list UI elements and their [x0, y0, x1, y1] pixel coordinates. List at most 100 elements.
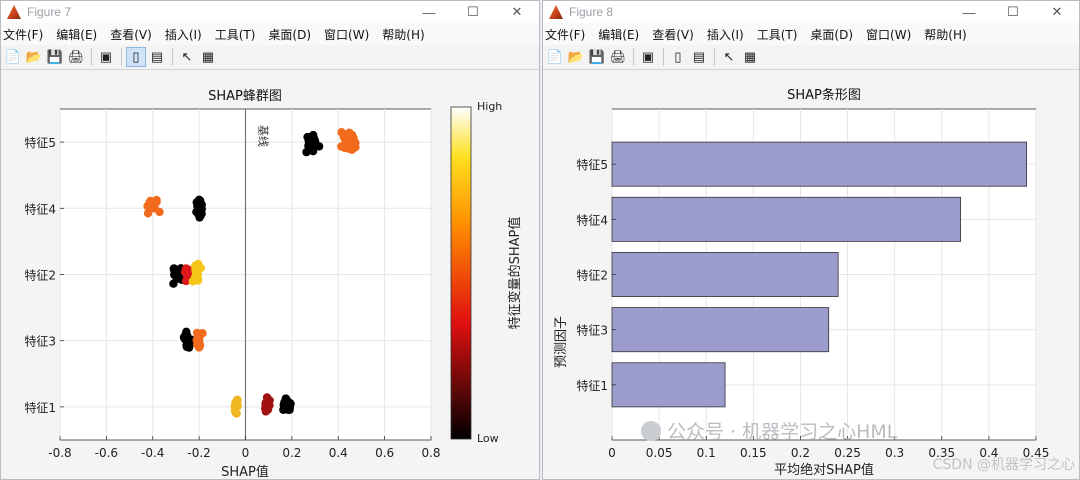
menu-edit[interactable]: 编辑(E) [598, 26, 639, 43]
wechat-watermark-text: 公众号 · 机器学习之心HML [667, 421, 898, 443]
matlab-icon [7, 5, 21, 19]
beeswarm-point [233, 400, 242, 410]
plot-browser-icon[interactable]: ▦ [740, 47, 760, 67]
csdn-watermark: CSDN @机器学习之心 [933, 457, 1075, 473]
figure8-window: Figure 8 — ☐ ✕ 文件(F) 编辑(E) 查看(V) 插入(I) 工… [542, 0, 1080, 480]
x-tick-label: 0.6 [375, 446, 394, 460]
beeswarm-point [192, 328, 202, 338]
bar [611, 141, 1027, 187]
figure7-window: Figure 7 — ☐ ✕ 文件(F) 编辑(E) 查看(V) 插入(I) 工… [0, 0, 540, 480]
menu-insert[interactable]: 插入(I) [165, 26, 202, 43]
menu-file[interactable]: 文件(F) [545, 26, 585, 43]
wechat-icon [641, 421, 661, 441]
y-tick-label: 特征2 [24, 268, 56, 283]
x-tick-label: 0.8 [421, 446, 440, 460]
bar-xlabel: 平均绝对SHAP值 [774, 462, 874, 478]
close-button[interactable]: ✕ [1035, 1, 1079, 23]
new-file-icon[interactable]: 📄 [3, 47, 23, 67]
minimize-button[interactable]: — [947, 1, 991, 23]
beeswarm-point [155, 207, 164, 217]
print-icon[interactable]: 🖨 [608, 47, 628, 67]
y-tick-label: 特征3 [576, 323, 608, 338]
colorbar-high-label: High [477, 100, 502, 113]
print-figure-icon[interactable]: ▣ [638, 47, 658, 67]
figure7-title: Figure 7 [27, 5, 72, 19]
bar-chart: 0 0.05 0.1 0.15 0.2 0.25 0.3 0.35 0.4 0.45 特征5特征4… [543, 70, 1079, 479]
dock-icon[interactable]: ▯ [126, 47, 146, 67]
pointer-icon[interactable]: ↖ [177, 47, 197, 67]
beeswarm-point [183, 268, 192, 278]
menu-tools[interactable]: 工具(T) [215, 26, 256, 43]
open-folder-icon[interactable]: 📂 [24, 47, 44, 67]
beeswarm-point [345, 144, 354, 153]
beeswarm-point [279, 400, 288, 409]
minimize-button[interactable]: — [407, 1, 451, 23]
toolbar-separator [714, 48, 715, 66]
matlab-icon [549, 5, 563, 19]
y-tick-label: 特征5 [24, 135, 56, 150]
beeswarm-point [305, 142, 314, 151]
bar [611, 196, 962, 242]
pointer-icon[interactable]: ↖ [719, 47, 739, 67]
menu-insert[interactable]: 插入(I) [707, 26, 744, 43]
menu-help[interactable]: 帮助(H) [382, 26, 424, 43]
beeswarm-point [195, 213, 204, 222]
menu-window[interactable]: 窗口(W) [866, 26, 911, 43]
y-tick-label: 特征1 [24, 400, 56, 415]
bar [611, 252, 839, 297]
x-tick-label: -0.2 [187, 446, 210, 460]
beeswarm-chart: 基线 -0.8 -0.6 -0.4 -0.2 0 0.2 0.4 0.6 0.8 特征1 特征3 特… [1, 70, 539, 480]
colorbar-label: 特征变量的SHAP值 [507, 217, 523, 330]
x-tick-label: 0.2 [791, 446, 810, 460]
figure7-menubar: 文件(F) 编辑(E) 查看(V) 插入(I) 工具(T) 桌面(D) 窗口(W… [1, 23, 539, 45]
menu-help[interactable]: 帮助(H) [924, 26, 966, 43]
beeswarm-title: SHAP蜂群图 [208, 89, 282, 104]
menu-window[interactable]: 窗口(W) [324, 26, 369, 43]
beeswarm-point [182, 327, 191, 337]
x-tick-label: 0.1 [697, 446, 716, 460]
x-tick-label: 0.4 [329, 446, 348, 460]
toolbar-separator [633, 48, 634, 66]
bar [611, 307, 830, 353]
plot-browser-icon[interactable]: ▦ [198, 47, 218, 67]
dock-icon[interactable]: ▯ [668, 47, 688, 67]
x-tick-label: -0.6 [95, 446, 118, 460]
maximize-button[interactable]: ☐ [991, 1, 1035, 23]
menu-view[interactable]: 查看(V) [652, 26, 694, 43]
new-file-icon[interactable]: 📄 [545, 47, 565, 67]
menu-edit[interactable]: 编辑(E) [56, 26, 97, 43]
y-tick-label: 特征4 [24, 201, 56, 216]
menu-desktop[interactable]: 桌面(D) [268, 26, 311, 43]
menu-file[interactable]: 文件(F) [3, 26, 43, 43]
figure7-toolbar: 📄 📂 💾 🖨 ▣ ▯ ▤ ↖ ▦ [1, 45, 539, 70]
menu-tools[interactable]: 工具(T) [757, 26, 798, 43]
bar [611, 362, 726, 408]
close-button[interactable]: ✕ [495, 1, 539, 23]
x-tick-label: -0.4 [141, 446, 164, 460]
open-folder-icon[interactable]: 📂 [566, 47, 586, 67]
print-icon[interactable]: 🖨 [66, 47, 86, 67]
toolbar-separator [172, 48, 173, 66]
property-editor-icon[interactable]: ▤ [689, 47, 709, 67]
print-figure-icon[interactable]: ▣ [96, 47, 116, 67]
menu-view[interactable]: 查看(V) [110, 26, 152, 43]
property-editor-icon[interactable]: ▤ [147, 47, 167, 67]
toolbar-separator [121, 48, 122, 66]
save-icon[interactable]: 💾 [45, 47, 65, 67]
colorbar [450, 106, 472, 440]
beeswarm-point [195, 337, 204, 347]
bar-title: SHAP条形图 [787, 87, 861, 103]
beeswarm-xlabel: SHAP值 [221, 464, 269, 480]
maximize-button[interactable]: ☐ [451, 1, 495, 23]
x-tick-label: 0 [608, 446, 616, 460]
save-icon[interactable]: 💾 [587, 47, 607, 67]
beeswarm-point [174, 273, 183, 283]
wechat-watermark: 公众号 · 机器学习之心HML [641, 421, 898, 443]
menu-desktop[interactable]: 桌面(D) [810, 26, 853, 43]
figure7-titlebar: Figure 7 — ☐ ✕ [1, 1, 539, 23]
y-tick-label: 特征4 [576, 212, 608, 227]
beeswarm-point [196, 263, 206, 273]
x-tick-label: 0.15 [740, 446, 767, 460]
x-tick-label: 0.2 [282, 446, 301, 460]
y-tick-label: 特征3 [24, 334, 56, 349]
